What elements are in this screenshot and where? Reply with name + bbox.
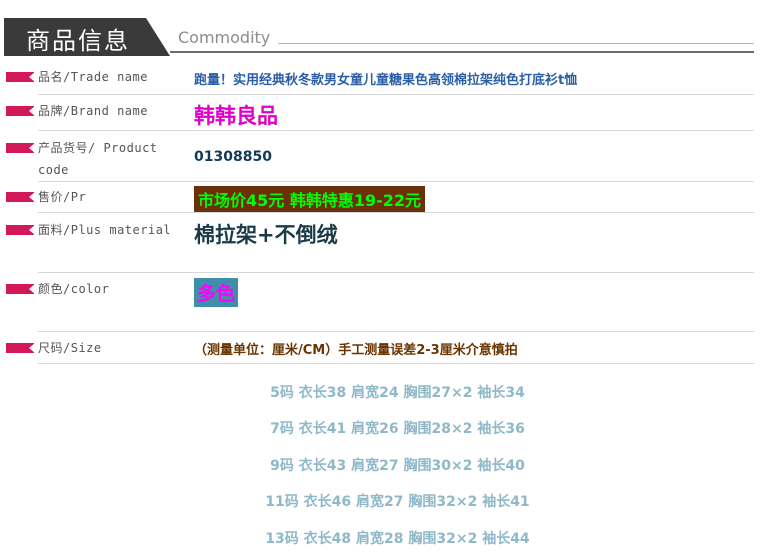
row-price: 售价/Pr 市场价45元 韩韩特惠19-22元 [0,186,761,213]
size-chart-line: 11码 衣长46 肩宽27 胸围32×2 袖长41 [265,494,530,510]
product-code-label-line1: 产品货号/ Product [38,141,158,155]
brand-label: 品牌/Brand name [38,104,148,118]
color-label: 颜色/color [38,282,110,296]
product-code-label-line2: code [38,163,69,177]
row-divider [38,94,754,95]
size-note-value: （测量单位：厘米/CM）手工测量误差2-3厘米介意慎拍 [194,343,518,358]
size-chart-line: 5码 衣长38 肩宽24 胸围27×2 袖长34 [270,385,525,401]
row-trade-name: 品名/Trade name 跑量！实用经典秋冬款男女童儿童糖果色高领棉拉架纯色打… [0,66,761,96]
price-label: 售价/Pr [38,190,87,204]
row-color: 颜色/color 多色 [0,278,761,332]
row-marker-icon [6,192,35,202]
row-marker-icon [6,143,35,153]
product-code-value: 01308850 [194,149,272,165]
color-value: 多色 [194,278,239,307]
size-label: 尺码/Size [38,341,102,355]
section-header: 商品信息 Commodity [0,0,761,60]
row-divider [38,272,754,273]
header-divider-thick [170,51,754,53]
material-label: 面料/Plus material [38,223,172,237]
row-marker-icon [6,343,35,353]
header-divider-thin [278,43,754,44]
row-divider [38,181,754,182]
trade-name-label: 品名/Trade name [38,70,148,84]
row-marker-icon [6,225,35,235]
row-divider [38,331,754,332]
size-chart-line: 13码 衣长48 肩宽28 胸围32×2 袖长44 [265,531,530,547]
row-product-code: 产品货号/ Product code 01308850 [0,137,761,182]
row-size: 尺码/Size （测量单位：厘米/CM）手工测量误差2-3厘米介意慎拍 [0,337,761,365]
size-chart-line: 7码 衣长41 肩宽26 胸围28×2 袖长36 [270,421,525,437]
row-divider [38,363,754,364]
row-divider [38,212,754,213]
header-subtitle: Commodity [178,28,271,47]
size-chart-line: 9码 衣长43 肩宽27 胸围30×2 袖长40 [270,458,525,474]
price-value: 市场价45元 韩韩特惠19-22元 [194,186,426,212]
trade-name-value: 跑量！实用经典秋冬款男女童儿童糖果色高领棉拉架纯色打底衫t恤 [194,73,578,88]
header-title: 商品信息 [26,27,130,55]
row-marker-icon [6,284,35,294]
row-divider [38,130,754,131]
material-value: 棉拉架+不倒绒 [194,223,338,247]
row-marker-icon [6,72,35,82]
row-material: 面料/Plus material 棉拉架+不倒绒 [0,219,761,273]
row-marker-icon [6,106,35,116]
brand-value: 韩韩良品 [194,104,278,128]
row-brand: 品牌/Brand name 韩韩良品 [0,100,761,131]
